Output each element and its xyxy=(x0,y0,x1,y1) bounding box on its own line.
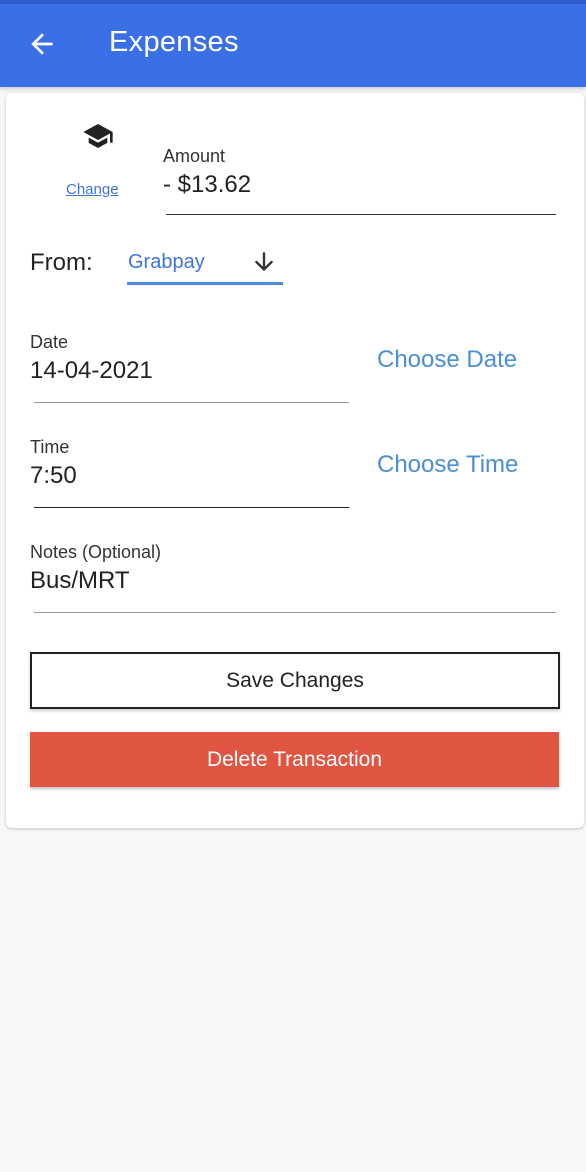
date-value[interactable]: 14-04-2021 xyxy=(30,357,153,385)
amount-label: Amount xyxy=(163,146,226,166)
from-label: From: xyxy=(30,249,93,276)
time-label: Time xyxy=(30,437,70,457)
notes-underline xyxy=(34,612,556,613)
delete-transaction-button[interactable]: Delete Transaction xyxy=(30,732,559,787)
save-changes-button[interactable]: Save Changes xyxy=(30,652,560,709)
notes-input[interactable]: Bus/MRT xyxy=(30,567,130,595)
account-dropdown-value: Grabpay xyxy=(128,251,205,273)
time-underline xyxy=(34,507,349,508)
arrow-left-icon[interactable] xyxy=(26,28,58,60)
choose-date-button[interactable]: Choose Date xyxy=(377,346,517,374)
amount-value[interactable]: - $13.62 xyxy=(163,171,251,199)
change-category-link[interactable]: Change xyxy=(66,181,119,198)
choose-time-button[interactable]: Choose Time xyxy=(377,451,518,479)
arrow-down-icon xyxy=(255,252,273,271)
account-dropdown[interactable]: Grabpay xyxy=(127,243,283,285)
date-underline xyxy=(34,402,349,403)
page-title: Expenses xyxy=(109,26,239,58)
app-bar: Expenses xyxy=(0,4,586,87)
date-label: Date xyxy=(30,332,69,352)
transaction-form-card: Change Amount - $13.62 From: Grabpay Dat… xyxy=(6,93,584,828)
time-value[interactable]: 7:50 xyxy=(30,462,77,490)
notes-label: Notes (Optional) xyxy=(30,542,162,562)
graduation-cap-icon xyxy=(83,124,113,148)
amount-underline xyxy=(166,214,556,215)
